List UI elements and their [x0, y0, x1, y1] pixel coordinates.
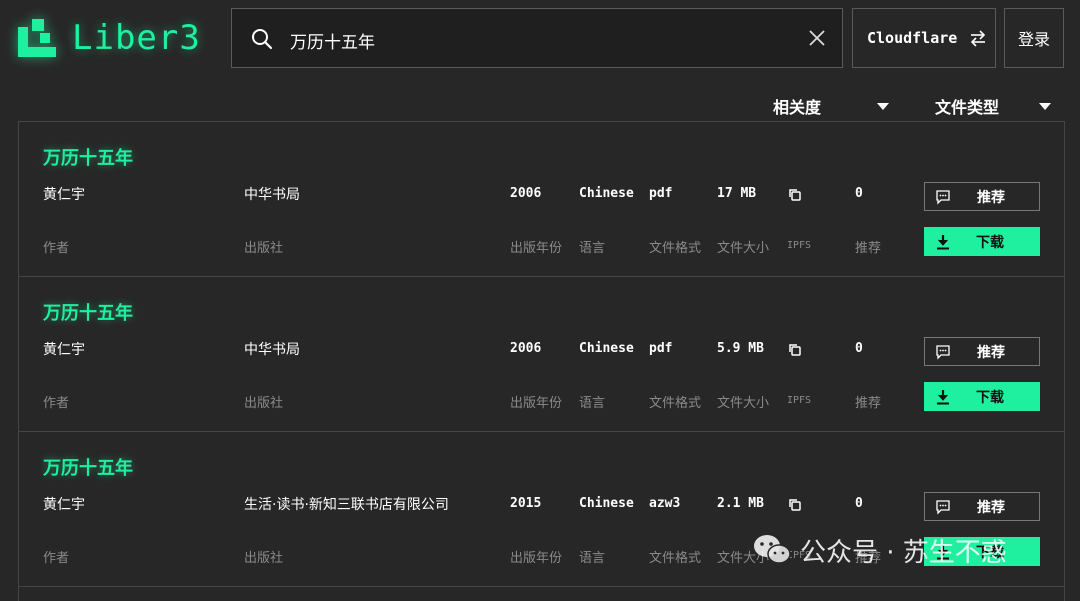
- ipfs-label: IPFS: [787, 395, 812, 406]
- result-card: 万历十五年 黄仁宇 中华书局 2006 Chinese pdf 5.9 MB 0…: [19, 277, 1064, 432]
- file-type-filter-label: 文件类型: [935, 98, 1000, 117]
- recommend-button[interactable]: 推荐: [924, 182, 1040, 211]
- recommend-count: 0: [855, 186, 863, 201]
- download-button[interactable]: 下载: [924, 382, 1040, 411]
- size-value: 2.1 MB: [717, 496, 764, 511]
- publisher-label: 出版社: [244, 551, 284, 566]
- language-label: 语言: [579, 241, 606, 256]
- file-type-filter-dropdown[interactable]: 文件类型: [935, 95, 1052, 117]
- publisher-label: 出版社: [244, 396, 284, 411]
- copy-ipfs-icon[interactable]: [787, 187, 803, 203]
- relevance-sort-label: 相关度: [773, 98, 822, 117]
- publisher-value: 中华书局: [244, 342, 300, 358]
- watermark: 公众号 · 苏生不惑: [752, 530, 1007, 570]
- chevron-down-icon: [877, 102, 890, 110]
- copy-ipfs-icon[interactable]: [787, 497, 803, 513]
- size-label: 文件大小: [717, 396, 770, 411]
- ipfs-label: IPFS: [787, 240, 812, 251]
- format-label: 文件格式: [649, 551, 702, 566]
- recommend-button[interactable]: 推荐: [924, 492, 1040, 521]
- language-label: 语言: [579, 551, 606, 566]
- recommend-label: 推荐: [855, 396, 882, 411]
- watermark-text: 公众号 · 苏生不惑: [800, 537, 1007, 568]
- download-button-label: 下载: [976, 234, 1004, 251]
- author-value[interactable]: 黄仁宇: [43, 339, 85, 359]
- format-value: pdf: [649, 186, 673, 201]
- results-list: 万历十五年 黄仁宇 中华书局 2006 Chinese pdf 17 MB 0 …: [18, 121, 1065, 601]
- book-title-link[interactable]: 万历十五年: [43, 144, 133, 170]
- download-button-label: 下载: [976, 389, 1004, 406]
- language-value: Chinese: [579, 186, 634, 201]
- download-icon: [937, 234, 949, 249]
- author-value[interactable]: 黄仁宇: [43, 184, 85, 204]
- search-bar: [231, 8, 843, 68]
- swap-icon: [971, 30, 986, 47]
- logo-icon: [18, 19, 56, 57]
- recommend-button-label: 推荐: [977, 189, 1005, 206]
- author-label: 作者: [43, 241, 70, 256]
- size-value: 17 MB: [717, 186, 757, 201]
- size-value: 5.9 MB: [717, 341, 764, 356]
- liber3-logo[interactable]: Liber3: [18, 16, 201, 60]
- publisher-label: 出版社: [244, 241, 284, 256]
- recommend-label: 推荐: [855, 241, 882, 256]
- recommend-button-label: 推荐: [977, 499, 1005, 516]
- comment-icon: [936, 499, 950, 515]
- year-value: 2006: [510, 341, 542, 356]
- year-value: 2015: [510, 496, 542, 511]
- size-label: 文件大小: [717, 241, 770, 256]
- language-value: Chinese: [579, 496, 634, 511]
- wechat-icon: [754, 535, 791, 564]
- language-label: 语言: [579, 396, 606, 411]
- login-button[interactable]: 登录: [1004, 8, 1064, 68]
- publisher-value: 中华书局: [244, 187, 300, 203]
- recommend-button[interactable]: 推荐: [924, 337, 1040, 366]
- download-button[interactable]: 下载: [924, 227, 1040, 256]
- brand-name: Liber3: [72, 18, 201, 58]
- search-input[interactable]: [288, 23, 772, 57]
- author-label: 作者: [43, 396, 70, 411]
- comment-icon: [936, 344, 950, 360]
- year-label: 出版年份: [510, 551, 563, 566]
- author-value[interactable]: 黄仁宇: [43, 494, 85, 514]
- year-value: 2006: [510, 186, 542, 201]
- book-title-link[interactable]: 万历十五年: [43, 454, 133, 480]
- recommend-count: 0: [855, 496, 863, 511]
- language-value: Chinese: [579, 341, 634, 356]
- relevance-sort-dropdown[interactable]: 相关度: [773, 95, 890, 117]
- publisher-value: 生活·读书·新知三联书店有限公司: [244, 497, 449, 513]
- clear-search-icon[interactable]: [808, 29, 826, 47]
- gateway-switch-button[interactable]: Cloudflare: [852, 8, 996, 68]
- book-title-link[interactable]: 万历十五年: [43, 299, 133, 325]
- comment-icon: [936, 189, 950, 205]
- gateway-label: Cloudflare: [867, 29, 958, 47]
- year-label: 出版年份: [510, 241, 563, 256]
- download-icon: [937, 389, 949, 404]
- chevron-down-icon: [1039, 102, 1052, 110]
- author-label: 作者: [43, 551, 70, 566]
- recommend-button-label: 推荐: [977, 344, 1005, 361]
- result-card: 万历十五年 黄仁宇 中华书局 2006 Chinese pdf 17 MB 0 …: [19, 122, 1064, 277]
- format-label: 文件格式: [649, 241, 702, 256]
- format-value: azw3: [649, 496, 681, 511]
- format-label: 文件格式: [649, 396, 702, 411]
- year-label: 出版年份: [510, 396, 563, 411]
- search-icon: [252, 29, 273, 50]
- copy-ipfs-icon[interactable]: [787, 342, 803, 358]
- format-value: pdf: [649, 341, 673, 356]
- recommend-count: 0: [855, 341, 863, 356]
